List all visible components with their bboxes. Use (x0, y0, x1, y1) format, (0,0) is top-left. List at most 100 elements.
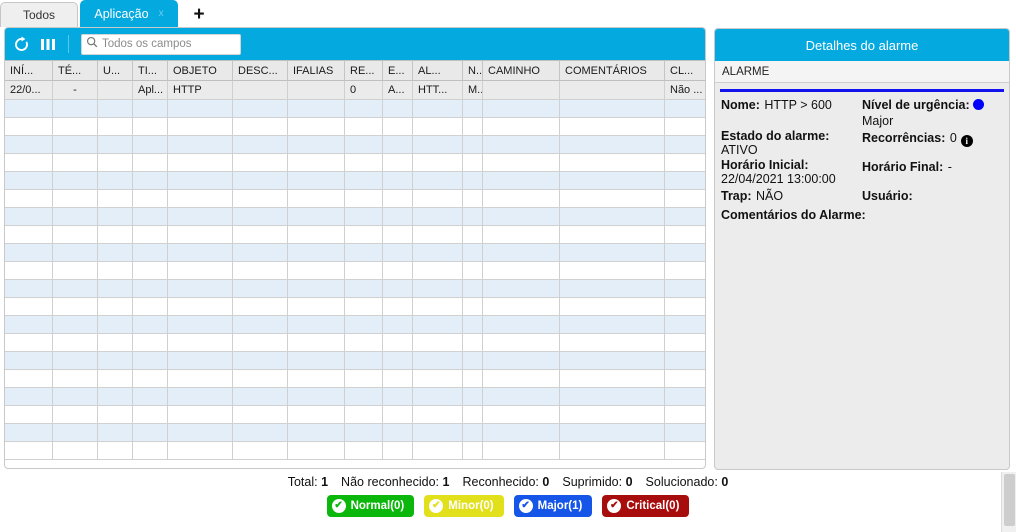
column-header[interactable]: RE... (345, 61, 383, 80)
table-cell (5, 370, 53, 387)
table-cell (463, 406, 483, 423)
table-cell (53, 244, 98, 261)
table-cell: 0 (345, 81, 383, 99)
table-row[interactable] (5, 352, 705, 370)
table-row[interactable] (5, 298, 705, 316)
info-icon[interactable]: i (960, 135, 973, 147)
search-input[interactable]: Todos os campos (81, 33, 241, 55)
details-row: Nome: HTTP > 600 Nível de urgência: Majo… (721, 96, 1003, 128)
count-item: Reconhecido: 0 (462, 475, 550, 489)
table-row[interactable] (5, 208, 705, 226)
table-cell (5, 388, 53, 405)
severity-badges: ✔ Normal(0) ✔ Minor(0) ✔ Major(1) ✔ Critical(0) (326, 495, 690, 517)
column-header[interactable]: COMENTÁRIOS (560, 61, 665, 80)
table-cell (560, 370, 665, 387)
table-row[interactable] (5, 190, 705, 208)
column-header[interactable]: CL... (665, 61, 705, 80)
table-cell (288, 136, 345, 153)
table-row[interactable] (5, 244, 705, 262)
table-cell (133, 352, 168, 369)
table-row[interactable] (5, 388, 705, 406)
table-cell (168, 244, 233, 261)
column-header[interactable]: TI... (133, 61, 168, 80)
table-cell (168, 262, 233, 279)
field-value: ATIVO (721, 143, 758, 157)
table-cell (168, 208, 233, 225)
column-header[interactable]: N... (463, 61, 483, 80)
column-header[interactable]: IFALIAS (288, 61, 345, 80)
field-value: 0 (949, 131, 957, 145)
table-row[interactable] (5, 100, 705, 118)
close-icon[interactable]: x (159, 9, 164, 19)
table-row[interactable] (5, 226, 705, 244)
table-cell (463, 262, 483, 279)
table-cell (233, 81, 288, 99)
table-cell (463, 190, 483, 207)
check-icon: ✔ (518, 499, 533, 513)
column-header[interactable]: AL... (413, 61, 463, 80)
table-cell (665, 118, 705, 135)
status-badge[interactable]: ✔ Critical(0) (602, 495, 690, 517)
status-badge[interactable]: ✔ Major(1) (513, 495, 593, 517)
toolbar-divider (68, 35, 69, 53)
table-cell (5, 280, 53, 297)
table-row[interactable] (5, 424, 705, 442)
table-cell (665, 424, 705, 441)
table-cell (560, 244, 665, 261)
table-cell (5, 100, 53, 117)
table-cell (383, 406, 413, 423)
alarm-details-panel: Detalhes do alarme ALARME Nome: HTTP > 6… (714, 28, 1010, 470)
column-header[interactable]: DESC... (233, 61, 288, 80)
column-header[interactable]: CAMINHO (483, 61, 560, 80)
check-icon: ✔ (607, 499, 622, 513)
table-row[interactable] (5, 136, 705, 154)
column-header[interactable]: OBJETO (168, 61, 233, 80)
table-row[interactable] (5, 406, 705, 424)
column-header[interactable]: E... (383, 61, 413, 80)
table-cell (665, 262, 705, 279)
table-row[interactable] (5, 316, 705, 334)
add-tab-button[interactable]: + (184, 2, 214, 27)
refresh-icon[interactable] (13, 36, 30, 53)
table-row[interactable]: 22/0...- Apl...HTTP 0A...HTT...M... Não ... (5, 81, 705, 100)
table-cell (665, 334, 705, 351)
column-header[interactable]: U... (98, 61, 133, 80)
table-cell: Apl... (133, 81, 168, 99)
table-row[interactable] (5, 280, 705, 298)
table-cell (168, 154, 233, 171)
status-badge[interactable]: ✔ Minor(0) (424, 495, 504, 517)
table-cell (463, 118, 483, 135)
table-cell (288, 226, 345, 243)
status-badge[interactable]: ✔ Normal(0) (326, 495, 415, 517)
table-cell (560, 424, 665, 441)
column-header[interactable]: TÉ... (53, 61, 98, 80)
table-cell (665, 442, 705, 459)
table-cell (483, 100, 560, 117)
columns-icon[interactable] (40, 37, 56, 52)
table-cell (98, 334, 133, 351)
table-row[interactable] (5, 172, 705, 190)
table-cell (98, 172, 133, 189)
table-cell (288, 100, 345, 117)
table-cell: 22/0... (5, 81, 53, 99)
table-cell (98, 136, 133, 153)
tab-aplicacao[interactable]: Aplicação x (80, 0, 178, 27)
table-row[interactable] (5, 262, 705, 280)
table-cell (383, 442, 413, 459)
table-row[interactable] (5, 334, 705, 352)
table-cell (98, 190, 133, 207)
table-row[interactable] (5, 442, 705, 460)
table-row[interactable] (5, 154, 705, 172)
table-cell (5, 244, 53, 261)
tab-todos[interactable]: Todos (0, 2, 78, 27)
table-cell (483, 226, 560, 243)
column-header[interactable]: INÍ... (5, 61, 53, 80)
table-cell (288, 154, 345, 171)
table-row[interactable] (5, 370, 705, 388)
table-cell (463, 136, 483, 153)
table-row[interactable] (5, 118, 705, 136)
table-cell (168, 424, 233, 441)
page-scrollbar[interactable] (1001, 472, 1016, 532)
table-cell (413, 208, 463, 225)
scrollbar-thumb[interactable] (1004, 474, 1015, 526)
